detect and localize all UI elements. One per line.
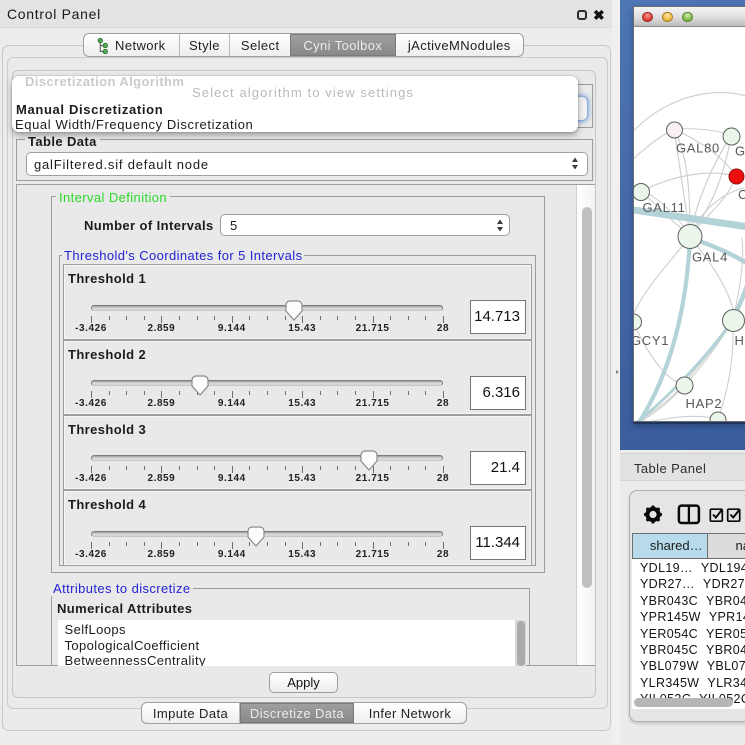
svg-text:CO: CO <box>738 187 745 202</box>
svg-text:GAL4: GAL4 <box>692 250 728 265</box>
svg-text:GAL: GAL <box>735 144 745 159</box>
svg-text:H: H <box>735 333 745 348</box>
svg-text:HAP2: HAP2 <box>686 396 723 411</box>
svg-text:GAL11: GAL11 <box>643 200 686 215</box>
svg-text:GAL80: GAL80 <box>676 141 720 156</box>
svg-text:GCY1: GCY1 <box>634 333 669 348</box>
